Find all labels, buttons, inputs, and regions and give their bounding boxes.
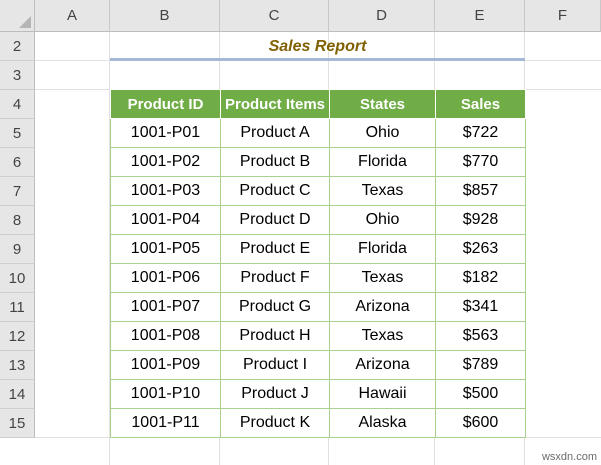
report-title[interactable]: Sales Report (110, 32, 525, 61)
sales-cell[interactable]: $789 (435, 350, 526, 380)
column-header-a[interactable]: A (35, 0, 110, 32)
row-header-10[interactable]: 10 (0, 264, 35, 293)
sales-cell[interactable]: $341 (435, 292, 526, 322)
column-header-b[interactable]: B (110, 0, 220, 32)
column-header-e[interactable]: E (435, 0, 525, 32)
product-id-cell[interactable]: 1001-P04 (110, 205, 221, 235)
sales-cell[interactable]: $182 (435, 263, 526, 293)
state-cell[interactable]: Ohio (329, 205, 436, 235)
table-row: 1001-P04 Product D Ohio $928 (110, 205, 526, 235)
state-cell[interactable]: Arizona (329, 292, 436, 322)
state-cell[interactable]: Ohio (329, 118, 436, 148)
header-cell-product-items[interactable]: Product Items (220, 89, 330, 119)
sales-table: Product ID Product Items States Sales 10… (110, 89, 526, 438)
row-header-4[interactable]: 4 (0, 90, 35, 119)
product-item-cell[interactable]: Product C (220, 176, 330, 206)
state-cell[interactable]: Arizona (329, 350, 436, 380)
table-row: 1001-P05 Product E Florida $263 (110, 234, 526, 264)
table-row: 1001-P10 Product J Hawaii $500 (110, 379, 526, 409)
sales-cell[interactable]: $263 (435, 234, 526, 264)
product-item-cell[interactable]: Product H (220, 321, 330, 351)
product-id-cell[interactable]: 1001-P07 (110, 292, 221, 322)
select-all-button[interactable] (0, 0, 35, 32)
table-row: 1001-P02 Product B Florida $770 (110, 147, 526, 177)
row-header-7[interactable]: 7 (0, 177, 35, 206)
header-cell-product-id[interactable]: Product ID (110, 89, 221, 119)
product-id-cell[interactable]: 1001-P01 (110, 118, 221, 148)
sales-cell[interactable]: $770 (435, 147, 526, 177)
row-header-6[interactable]: 6 (0, 148, 35, 177)
row-header-9[interactable]: 9 (0, 235, 35, 264)
table-row: 1001-P08 Product H Texas $563 (110, 321, 526, 351)
row-header-13[interactable]: 13 (0, 351, 35, 380)
row-header-15[interactable]: 15 (0, 409, 35, 438)
table-header-row: Product ID Product Items States Sales (110, 89, 526, 119)
state-cell[interactable]: Florida (329, 147, 436, 177)
product-item-cell[interactable]: Product I (220, 350, 330, 380)
state-cell[interactable]: Florida (329, 234, 436, 264)
row-header-14[interactable]: 14 (0, 380, 35, 409)
product-item-cell[interactable]: Product G (220, 292, 330, 322)
product-item-cell[interactable]: Product A (220, 118, 330, 148)
row-header-8[interactable]: 8 (0, 206, 35, 235)
product-item-cell[interactable]: Product E (220, 234, 330, 264)
table-row: 1001-P07 Product G Arizona $341 (110, 292, 526, 322)
product-id-cell[interactable]: 1001-P10 (110, 379, 221, 409)
product-id-cell[interactable]: 1001-P05 (110, 234, 221, 264)
product-id-cell[interactable]: 1001-P08 (110, 321, 221, 351)
header-cell-sales[interactable]: Sales (435, 89, 526, 119)
row-header-11[interactable]: 11 (0, 293, 35, 322)
column-header-c[interactable]: C (220, 0, 329, 32)
state-cell[interactable]: Hawaii (329, 379, 436, 409)
column-header-d[interactable]: D (329, 0, 435, 32)
sales-cell[interactable]: $857 (435, 176, 526, 206)
product-item-cell[interactable]: Product J (220, 379, 330, 409)
sales-cell[interactable]: $563 (435, 321, 526, 351)
row-header-12[interactable]: 12 (0, 322, 35, 351)
row-header-2[interactable]: 2 (0, 32, 35, 61)
product-item-cell[interactable]: Product K (220, 408, 330, 438)
sales-cell[interactable]: $722 (435, 118, 526, 148)
title-underline (110, 58, 525, 61)
state-cell[interactable]: Alaska (329, 408, 436, 438)
row-header-3[interactable]: 3 (0, 61, 35, 90)
table-row: 1001-P11 Product K Alaska $600 (110, 408, 526, 438)
product-id-cell[interactable]: 1001-P03 (110, 176, 221, 206)
product-id-cell[interactable]: 1001-P02 (110, 147, 221, 177)
product-id-cell[interactable]: 1001-P09 (110, 350, 221, 380)
product-id-cell[interactable]: 1001-P11 (110, 408, 221, 438)
table-row: 1001-P01 Product A Ohio $722 (110, 118, 526, 148)
product-id-cell[interactable]: 1001-P06 (110, 263, 221, 293)
watermark: wsxdn.com (541, 451, 597, 463)
spreadsheet: A B C D E F 2 3 4 5 6 7 8 9 10 11 12 13 … (0, 0, 601, 465)
table-row: 1001-P09 Product I Arizona $789 (110, 350, 526, 380)
product-item-cell[interactable]: Product D (220, 205, 330, 235)
table-row: 1001-P06 Product F Texas $182 (110, 263, 526, 293)
state-cell[interactable]: Texas (329, 263, 436, 293)
row-header-5[interactable]: 5 (0, 119, 35, 148)
state-cell[interactable]: Texas (329, 321, 436, 351)
table-row: 1001-P03 Product C Texas $857 (110, 176, 526, 206)
sales-cell[interactable]: $600 (435, 408, 526, 438)
product-item-cell[interactable]: Product F (220, 263, 330, 293)
column-header-f[interactable]: F (525, 0, 601, 32)
header-cell-states[interactable]: States (329, 89, 436, 119)
sales-cell[interactable]: $500 (435, 379, 526, 409)
product-item-cell[interactable]: Product B (220, 147, 330, 177)
state-cell[interactable]: Texas (329, 176, 436, 206)
sales-cell[interactable]: $928 (435, 205, 526, 235)
